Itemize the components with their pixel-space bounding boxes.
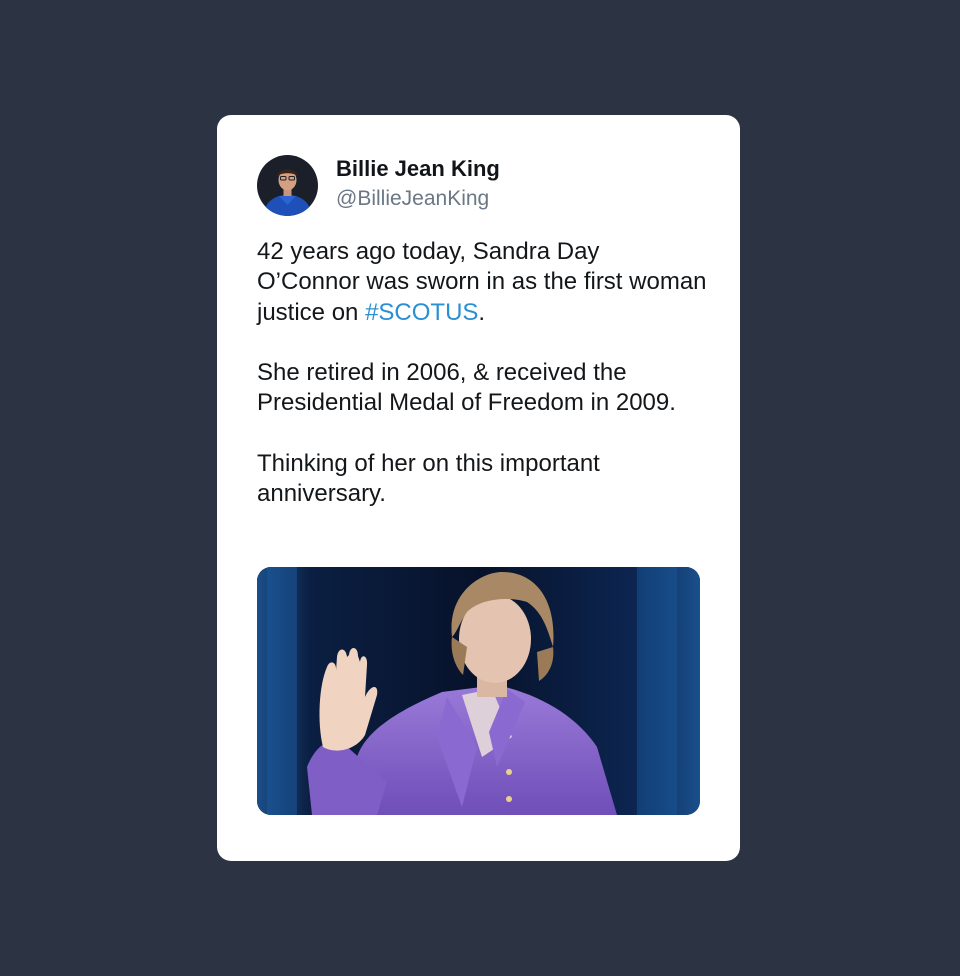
tweet-paragraph: Thinking of her on this important annive… [257,450,600,508]
tweet-header: Billie Jean King @BillieJeanKing [257,155,500,216]
tweet-text-segment: . [478,298,486,326]
author-handle[interactable]: @BillieJeanKing [336,185,500,213]
tweet-photo[interactable] [257,567,700,815]
hashtag-link[interactable]: #SCOTUS [365,299,478,326]
tweet-card: Billie Jean King @BillieJeanKing 42 year… [217,115,740,861]
tweet-paragraph: She retired in 2006, & received the Pres… [257,359,676,417]
avatar[interactable] [257,155,318,216]
tweet-text: 42 years ago today, Sandra Day O’Connor … [257,237,707,510]
author-display-name[interactable]: Billie Jean King [336,155,500,183]
author-names: Billie Jean King @BillieJeanKing [336,155,500,213]
tweet-paragraph: 42 years ago today, Sandra Day O’Connor … [257,237,707,328]
